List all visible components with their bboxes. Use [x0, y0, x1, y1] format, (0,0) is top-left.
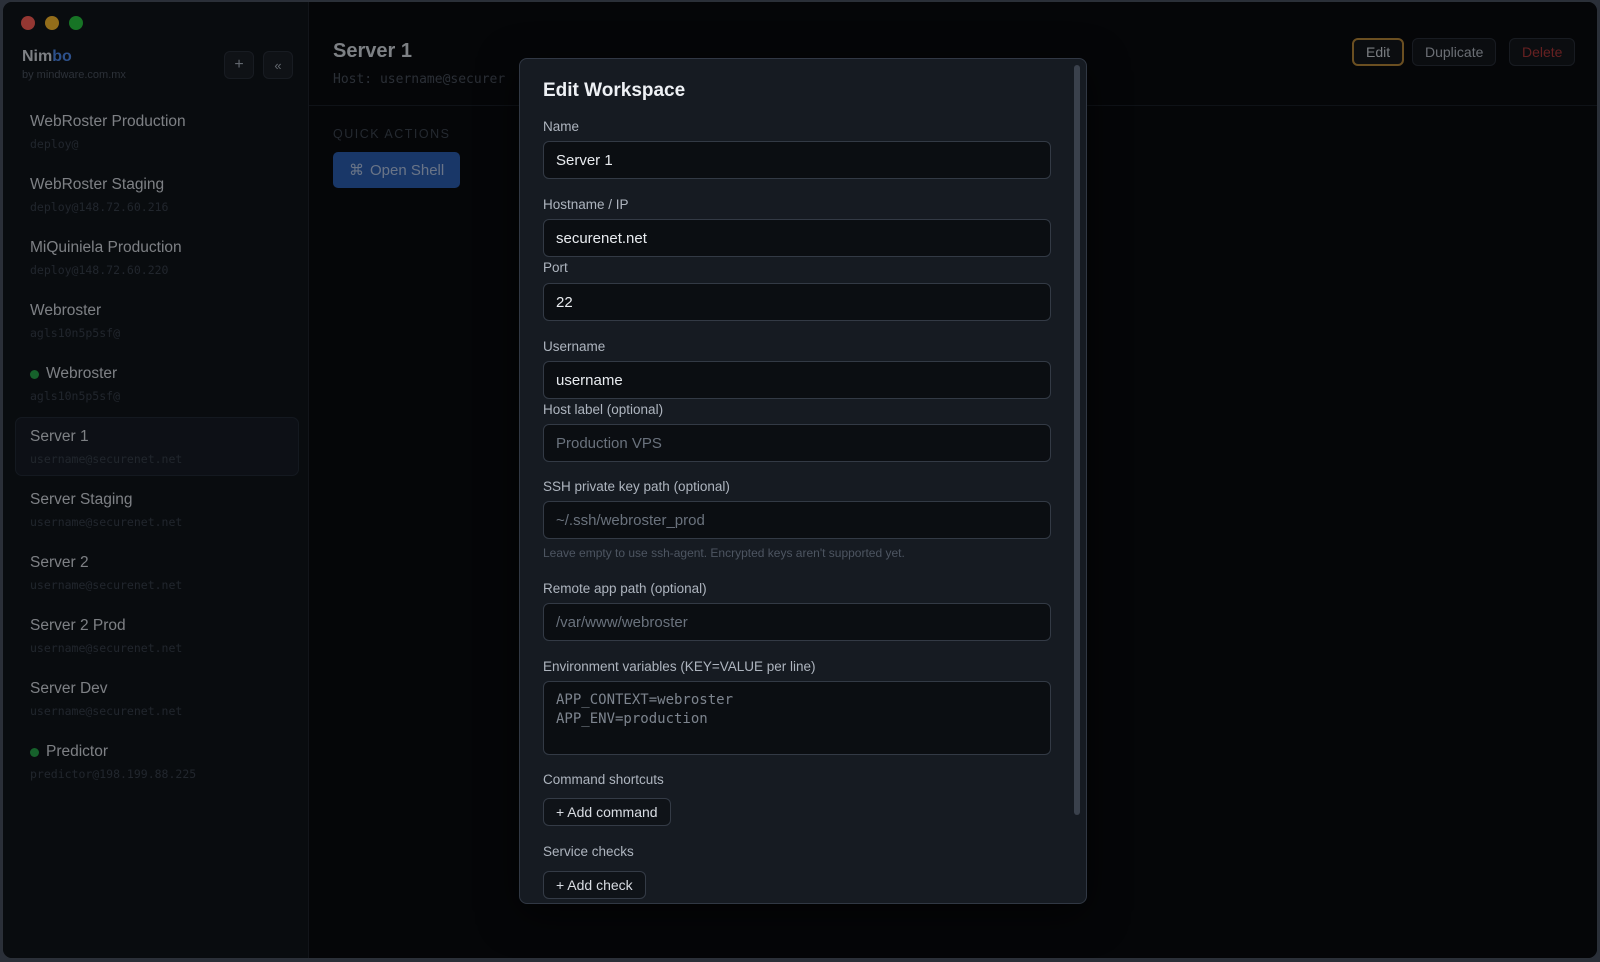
remote-path-label: Remote app path (optional): [543, 581, 707, 596]
remote-path-field[interactable]: [543, 603, 1051, 641]
username-label: Username: [543, 339, 606, 354]
edit-workspace-dialog: Edit Workspace Name Hostname / IP Port U…: [519, 58, 1087, 904]
service-checks-label: Service checks: [543, 844, 634, 859]
name-label: Name: [543, 119, 580, 134]
ssh-key-label: SSH private key path (optional): [543, 479, 730, 494]
dialog-title: Edit Workspace: [543, 80, 686, 101]
ssh-key-path-field[interactable]: [543, 501, 1051, 539]
port-field[interactable]: [543, 283, 1051, 321]
name-field[interactable]: [543, 141, 1051, 179]
env-vars-label: Environment variables (KEY=VALUE per lin…: [543, 659, 816, 674]
add-check-button[interactable]: + Add check: [543, 871, 646, 899]
dialog-scrollbar[interactable]: [1074, 65, 1080, 815]
host-label-label: Host label (optional): [543, 402, 664, 417]
command-shortcuts-label: Command shortcuts: [543, 772, 664, 787]
port-label: Port: [543, 260, 568, 275]
add-command-button[interactable]: + Add command: [543, 798, 671, 826]
host-label-field[interactable]: [543, 424, 1051, 462]
username-field[interactable]: [543, 361, 1051, 399]
ssh-key-help: Leave empty to use ssh-agent. Encrypted …: [543, 546, 905, 560]
hostname-field[interactable]: [543, 219, 1051, 257]
hostname-label: Hostname / IP: [543, 197, 629, 212]
env-vars-field[interactable]: [543, 681, 1051, 755]
app-window: Nimbo by mindware.com.mx + « WebRoster P…: [2, 1, 1598, 959]
